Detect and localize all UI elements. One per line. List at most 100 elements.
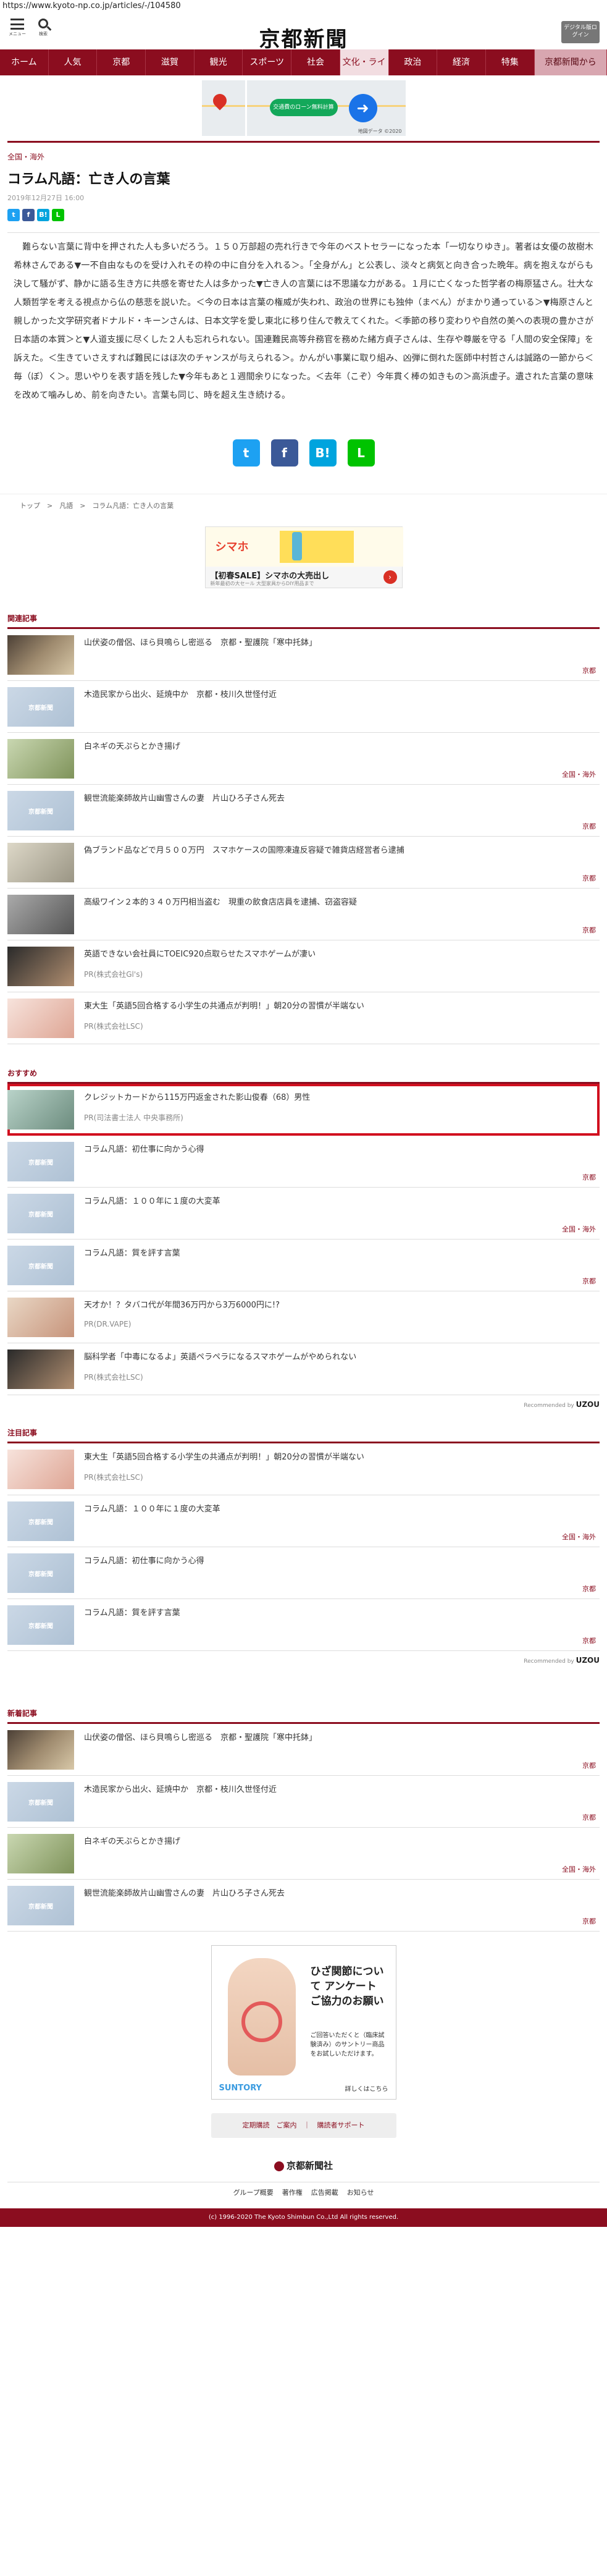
article-body: 難らない言葉に背中を押された人も多いだろう。１５０万部超の売れ行きで今年のベスト…	[14, 242, 593, 400]
latest-list: 山伏姿の僧侶、ほら貝鳴らし密巡る 京都・聖護院「寒中托鉢」 京都 京都新聞 木造民家か…	[7, 1724, 600, 1932]
line-icon[interactable]: L	[347, 439, 375, 467]
sponsor-label: PR(株式会社LSC)	[84, 1473, 143, 1482]
item-title: 東大生「英語5回合格する小学生の共通点が判明！」朝20分の習慣が半端ない	[84, 1002, 364, 1011]
list-item[interactable]: 京都新聞 コラム凡語：初仕事に向かう心得 京都	[7, 1136, 600, 1188]
breadcrumb-item: コラム凡語：亡き人の言葉	[92, 502, 174, 510]
list-item[interactable]: 山伏姿の僧侶、ほら貝鳴らし密巡る 京都・聖護院「寒中托鉢」 京都	[7, 629, 600, 681]
list-item[interactable]: 京都新聞 コラム凡語：１００年に１度の大変革 全国・海外	[7, 1495, 600, 1547]
section-heading: 注目記事	[7, 1419, 600, 1443]
category-label[interactable]: 京都	[582, 821, 596, 831]
list-item[interactable]: 東大生「英語5回合格する小学生の共通点が判明！」朝20分の習慣が半端ない PR(株…	[7, 1443, 600, 1495]
list-item[interactable]: 京都新聞 木造民家から出火、延焼中か 京都・枝川久世怪付近 京都	[7, 1776, 600, 1828]
hatena-icon[interactable]: B!	[37, 209, 49, 221]
category-label[interactable]: 全国・海外	[562, 1864, 596, 1874]
facebook-icon[interactable]: f	[22, 209, 35, 221]
suntory-ad[interactable]: ひざ関節について アンケート ご協力のお願い ご回答いただくと（臨床試験済み）の…	[211, 1945, 396, 2100]
nav-item[interactable]: 社会	[291, 49, 340, 75]
item-title: 天才か！？タバコ代が年間36万円から3万6000円に!?	[84, 1301, 280, 1310]
sponsor-label: PR(DR.VAPE)	[84, 1320, 132, 1328]
recommend-section: おすすめ クレジットカードから115万円返金された影山俊春（68）男性 PR(司法…	[7, 1059, 600, 1419]
list-item[interactable]: 偽ブランド品などで月５００万円 スマホケースの国際凍違反容疑で雑貨店経営者ら逮捕…	[7, 837, 600, 889]
category-label[interactable]: 京都	[582, 1636, 596, 1645]
list-item[interactable]: 白ネギの天ぷらとかき揚げ 全国・海外	[7, 733, 600, 785]
footer-link[interactable]: 著作権	[282, 2187, 303, 2197]
category-label[interactable]: 京都	[582, 1760, 596, 1770]
recommended-by-label: Recommended by	[524, 1658, 574, 1665]
category-label[interactable]: 全国・海外	[562, 769, 596, 779]
item-title: コラム凡語：質を評す言葉	[84, 1249, 180, 1258]
ad-title: ひざ関節について アンケート ご協力のお願い	[310, 1966, 384, 2008]
recommended-by[interactable]: Recommended by UZOU	[7, 1651, 600, 1674]
footer-link[interactable]: 広告掲載	[311, 2187, 338, 2197]
nav-item[interactable]: 観光	[195, 49, 243, 75]
list-item[interactable]: 京都新聞 コラム凡語：１００年に１度の大変革 全国・海外	[7, 1188, 600, 1239]
list-item[interactable]: 天才か！？タバコ代が年間36万円から3万6000円に!? PR(DR.VAPE)	[7, 1291, 600, 1343]
category-label[interactable]: 京都	[582, 925, 596, 935]
list-item[interactable]: 京都新聞 木造民家から出火、延焼中か 京都・枝川久世怪付近	[7, 681, 600, 733]
list-item[interactable]: 京都新聞 コラム凡語：初仕事に向かう心得 京都	[7, 1547, 600, 1599]
category-label[interactable]: 京都	[582, 1276, 596, 1286]
list-item[interactable]: 京都新聞 観世流能楽師故片山幽雪さんの妻 片山ひろ子さん死去 京都	[7, 1880, 600, 1932]
item-title: コラム凡語：１００年に１度の大変革	[84, 1505, 220, 1514]
category-label[interactable]: 京都	[582, 873, 596, 883]
nav-item[interactable]: 京都新聞から	[534, 49, 607, 75]
thumbnail: 京都新聞	[7, 791, 74, 830]
category-label[interactable]: 京都	[582, 1172, 596, 1182]
line-icon[interactable]: L	[52, 209, 64, 221]
nav-item[interactable]: 政治	[389, 49, 438, 75]
map-ad[interactable]: 交通費のローン無料計算 ➜ 地図データ ©2020	[201, 80, 406, 136]
list-item[interactable]: 白ネギの天ぷらとかき揚げ 全国・海外	[7, 1828, 600, 1880]
category-label[interactable]: 京都	[582, 1812, 596, 1822]
recommended-by-label: Recommended by	[524, 1403, 574, 1409]
facebook-icon[interactable]: f	[270, 439, 298, 467]
list-item[interactable]: 京都新聞 コラム凡語：質を評す言葉 京都	[7, 1599, 600, 1651]
nav-item[interactable]: 人気	[49, 49, 98, 75]
nav-item[interactable]: スポーツ	[243, 49, 292, 75]
footer-link[interactable]: グループ概要	[233, 2187, 273, 2197]
list-item[interactable]: 山伏姿の僧侶、ほら貝鳴らし密巡る 京都・聖護院「寒中托鉢」 京都	[7, 1724, 600, 1776]
nav-item[interactable]: 特集	[486, 49, 535, 75]
list-item[interactable]: 京都新聞 観世流能楽師故片山幽雪さんの妻 片山ひろ子さん死去 京都	[7, 785, 600, 837]
attention-list: 東大生「英語5回合格する小学生の共通点が判明！」朝20分の習慣が半端ない PR(株…	[7, 1443, 600, 1651]
ad-cta[interactable]: 交通費のローン無料計算	[269, 99, 338, 116]
chevron-right-icon[interactable]: ›	[383, 570, 397, 584]
thumbnail	[7, 999, 74, 1038]
site-header: メニュー 検索 京都新聞 デジタル版ログイン	[0, 14, 607, 52]
footer-logo[interactable]: 京都新聞社	[0, 2155, 607, 2182]
list-item[interactable]: 京都新聞 コラム凡語：質を評す言葉京都	[7, 1239, 600, 1291]
digital-login-button[interactable]: デジタル版ログイン	[561, 21, 600, 43]
twitter-icon[interactable]: t	[232, 439, 260, 467]
breadcrumb-item[interactable]: トップ	[20, 502, 40, 510]
nav-item[interactable]: 京都	[97, 49, 146, 75]
footer-link[interactable]: お知らせ	[347, 2187, 374, 2197]
recommended-by[interactable]: Recommended by UZOU	[7, 1395, 600, 1419]
breadcrumb-item[interactable]: 凡語	[59, 502, 73, 510]
list-item[interactable]: 脳科学者「中毒になるよ」英語ペラペラになるスマホゲームがやめられない PR(株式会…	[7, 1343, 600, 1395]
twitter-icon[interactable]: t	[7, 209, 20, 221]
nav-item[interactable]: 滋賀	[146, 49, 195, 75]
ad-more-link[interactable]: 詳しくはこちら	[345, 2084, 388, 2093]
thumbnail	[7, 947, 74, 986]
list-item[interactable]: クレジットカードから115万円返金された影山俊春（68）男性 PR(司法書士法人 …	[7, 1084, 600, 1136]
article-category[interactable]: 全国・海外	[0, 143, 607, 166]
nav-item[interactable]: 経済	[437, 49, 486, 75]
subscription-button[interactable]: 定期購読 ご案内 ｜ 購読者サポート	[211, 2113, 396, 2138]
list-item[interactable]: 東大生「英語5回合格する小学生の共通点が判明！」朝20分の習慣が半端ない PR(株…	[7, 992, 600, 1044]
category-label[interactable]: 京都	[582, 1584, 596, 1594]
thumbnail: 京都新聞	[7, 1246, 74, 1285]
list-item[interactable]: 高級ワイン２本的３４０万円相当盗む 現重の飲食店店員を逮捕、窃盗容疑 京都	[7, 889, 600, 940]
category-label[interactable]: 京都	[582, 665, 596, 675]
item-title: 観世流能楽師故片山幽雪さんの妻 片山ひろ子さん死去	[84, 1889, 285, 1898]
item-title: コラム凡語：質を評す言葉	[84, 1608, 180, 1618]
directions-icon[interactable]: ➜	[348, 94, 377, 122]
category-label[interactable]: 全国・海外	[562, 1224, 596, 1234]
shimaho-ad[interactable]: シマホ 【初春SALE】シマホの大売出し 新年最初の大セール 大型家具からDIY…	[204, 526, 403, 588]
site-logo[interactable]: 京都新聞	[0, 22, 607, 53]
category-label[interactable]: 全国・海外	[562, 1532, 596, 1542]
nav-item[interactable]: 文化・ライフ	[340, 49, 389, 93]
breadcrumb: トップ > 凡語 > コラム凡語：亡き人の言葉	[0, 494, 607, 519]
nav-item[interactable]: ホーム	[0, 49, 49, 75]
list-item[interactable]: 英語できない会社員にTOEIC920点取らせたスマホゲームが凄い PR(株式会社G…	[7, 940, 600, 992]
hatena-icon[interactable]: B!	[309, 439, 337, 467]
category-label[interactable]: 京都	[582, 1916, 596, 1926]
